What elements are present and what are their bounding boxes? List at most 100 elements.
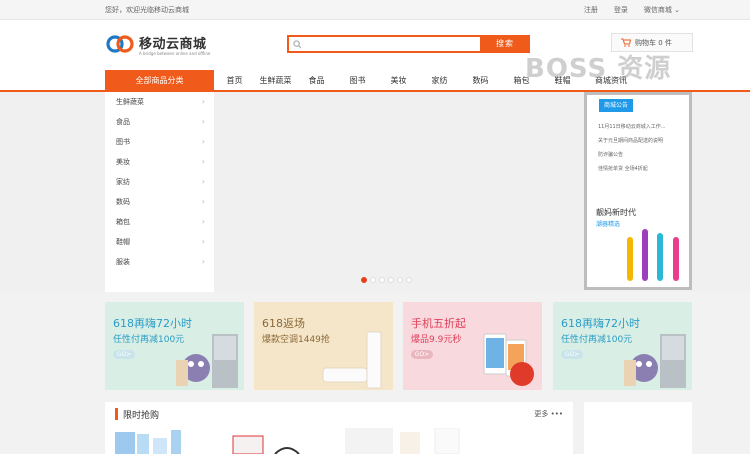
nav-item-textiles[interactable]: 家纺 <box>419 70 460 92</box>
category-item[interactable]: 家纺 › <box>105 172 214 192</box>
search-button[interactable]: 搜索 <box>480 35 530 53</box>
cart-label: 购物车 0 件 <box>635 38 672 47</box>
notice-title: 商城公告 <box>599 99 634 112</box>
notice-item[interactable]: 11月11日移动云商城入工作... <box>598 123 688 130</box>
promo-headline: 618再嗨72小时 <box>561 317 640 330</box>
promo-go-button[interactable]: GO> <box>113 350 135 359</box>
category-menu: 生鲜蔬菜 › 食品 › 图书 › 美妆 › 家纺 › 数码 › 箱包 › 鞋帽 › 服装 › <box>105 92 214 292</box>
promo-banner[interactable]: 手机五折起 爆品9.9元秒 GO> <box>403 302 542 390</box>
chevron-right-icon: › <box>201 197 205 206</box>
chevron-right-icon: › <box>201 97 205 106</box>
category-label: 家纺 <box>116 178 130 186</box>
notice-panel: 商城公告 11月11日移动云商城入工作... 关于元旦期间商品配送的说明 防诈骗… <box>584 92 692 290</box>
promo-headline: 618再嗨72小时 <box>113 317 192 330</box>
chevron-right-icon: › <box>201 177 205 186</box>
chevron-right-icon: › <box>201 237 205 246</box>
nav-item-beauty[interactable]: 美妆 <box>378 70 419 92</box>
more-dots-icon: ••• <box>550 410 563 418</box>
promo-banner[interactable]: 618再嗨72小时 任性付再减100元 GO> <box>553 302 692 390</box>
category-label: 生鲜蔬菜 <box>116 98 144 106</box>
chevron-right-icon: › <box>201 137 205 146</box>
top-links: 注册 登录 微信商城 ⌄ <box>584 5 680 15</box>
search-input[interactable] <box>305 38 475 50</box>
chevron-right-icon: › <box>201 257 205 266</box>
category-label: 图书 <box>116 138 130 146</box>
nav-item-fresh[interactable]: 生鲜蔬菜 <box>255 70 296 92</box>
category-item[interactable]: 箱包 › <box>105 212 214 232</box>
nav-item-home[interactable]: 首页 <box>214 70 255 92</box>
cart-button[interactable]: 购物车 0 件 <box>611 33 693 52</box>
promo-subline: 爆品9.9元秒 <box>411 335 462 345</box>
promo-banner[interactable]: 618返场 爆款空调1449抢 <box>254 302 393 390</box>
category-item[interactable]: 生鲜蔬菜 › <box>105 92 214 112</box>
promo-air-conditioner-image <box>322 331 382 389</box>
category-item[interactable]: 服装 › <box>105 252 214 272</box>
promo-phone-image <box>483 333 534 386</box>
nav-item-books[interactable]: 图书 <box>337 70 378 92</box>
category-item[interactable]: 鞋帽 › <box>105 232 214 252</box>
chevron-right-icon: › <box>201 217 205 226</box>
flash-sale-products-image[interactable] <box>115 428 563 454</box>
slider-dots <box>361 277 417 285</box>
welcome-text: 您好，欢迎光临移动云商城 <box>105 6 189 14</box>
chevron-down-icon: ⌄ <box>674 6 680 14</box>
header: 移动云商城 A bridge between online and offlin… <box>0 20 750 70</box>
notice-promo-title: 靓妈新时代 <box>596 208 636 217</box>
side-panel <box>584 402 692 454</box>
notice-item[interactable]: 关于元旦期间商品配送的说明 <box>598 137 688 144</box>
promo-subline: 爆款空调1449抢 <box>262 335 330 345</box>
cart-icon <box>621 38 631 47</box>
category-label: 美妆 <box>116 158 130 166</box>
wechat-store-link[interactable]: 微信商城 ⌄ <box>644 5 680 15</box>
top-bar: 您好，欢迎光临移动云商城 注册 登录 微信商城 ⌄ <box>0 0 750 20</box>
promo-fridge-image <box>624 334 686 388</box>
category-item[interactable]: 图书 › <box>105 132 214 152</box>
register-link[interactable]: 注册 <box>584 5 598 15</box>
category-label: 服装 <box>116 258 130 266</box>
category-item[interactable]: 食品 › <box>105 112 214 132</box>
flash-sale-section: 限时抢购 更多 ••• <box>105 402 573 454</box>
nav-items: 首页 生鲜蔬菜 食品 图书 美妆 家纺 数码 箱包 鞋帽 商城资讯 <box>214 70 639 92</box>
nav-item-bags[interactable]: 箱包 <box>501 70 542 92</box>
category-item[interactable]: 数码 › <box>105 192 214 212</box>
chevron-right-icon: › <box>201 157 205 166</box>
category-label: 箱包 <box>116 218 130 226</box>
notice-item[interactable]: 防诈骗公告 <box>598 151 688 158</box>
notice-item[interactable]: 佳情抢单货 全场4折起 <box>598 165 688 172</box>
login-link[interactable]: 登录 <box>614 5 628 15</box>
notice-promo-link[interactable]: 潮器精选 <box>596 219 620 228</box>
site-logo[interactable]: 移动云商城 A bridge between online and offlin… <box>105 32 225 62</box>
logo-name: 移动云商城 <box>139 37 207 52</box>
promo-headline: 618返场 <box>262 317 305 330</box>
slider-dot[interactable] <box>397 277 403 283</box>
logo-icon <box>106 35 134 53</box>
more-label: 更多 <box>534 410 549 418</box>
nav-item-food[interactable]: 食品 <box>296 70 337 92</box>
search-icon <box>293 40 302 49</box>
section-marker <box>115 408 118 420</box>
promo-go-button[interactable]: GO> <box>411 350 433 359</box>
category-label: 鞋帽 <box>116 238 130 246</box>
slider-dot[interactable] <box>361 277 367 283</box>
more-link[interactable]: 更多 ••• <box>534 409 563 419</box>
category-label: 数码 <box>116 198 130 206</box>
logo-slogan: A bridge between online and offline <box>139 51 211 56</box>
slider-dot[interactable] <box>370 277 376 283</box>
notice-list: 11月11日移动云商城入工作... 关于元旦期间商品配送的说明 防诈骗公告 佳情… <box>598 123 688 179</box>
search-box: 搜索 <box>287 35 530 53</box>
slider-dot[interactable] <box>388 277 394 283</box>
toothbrush-product-image[interactable] <box>623 223 691 285</box>
slider-dot[interactable] <box>379 277 385 283</box>
promo-go-button[interactable]: GO> <box>561 350 583 359</box>
flash-sale-title: 限时抢购 <box>123 411 160 421</box>
wechat-store-label: 微信商城 <box>643 6 672 14</box>
all-categories-button[interactable]: 全部商品分类 <box>105 70 214 92</box>
nav-item-shoes[interactable]: 鞋帽 <box>542 70 583 92</box>
chevron-right-icon: › <box>201 117 205 126</box>
nav-item-news[interactable]: 商城资讯 <box>583 70 639 92</box>
promo-banner[interactable]: 618再嗨72小时 任性付再减100元 GO> <box>105 302 244 390</box>
slider-dot[interactable] <box>406 277 412 283</box>
promo-fridge-image <box>176 334 238 388</box>
category-item[interactable]: 美妆 › <box>105 152 214 172</box>
nav-item-digital[interactable]: 数码 <box>460 70 501 92</box>
